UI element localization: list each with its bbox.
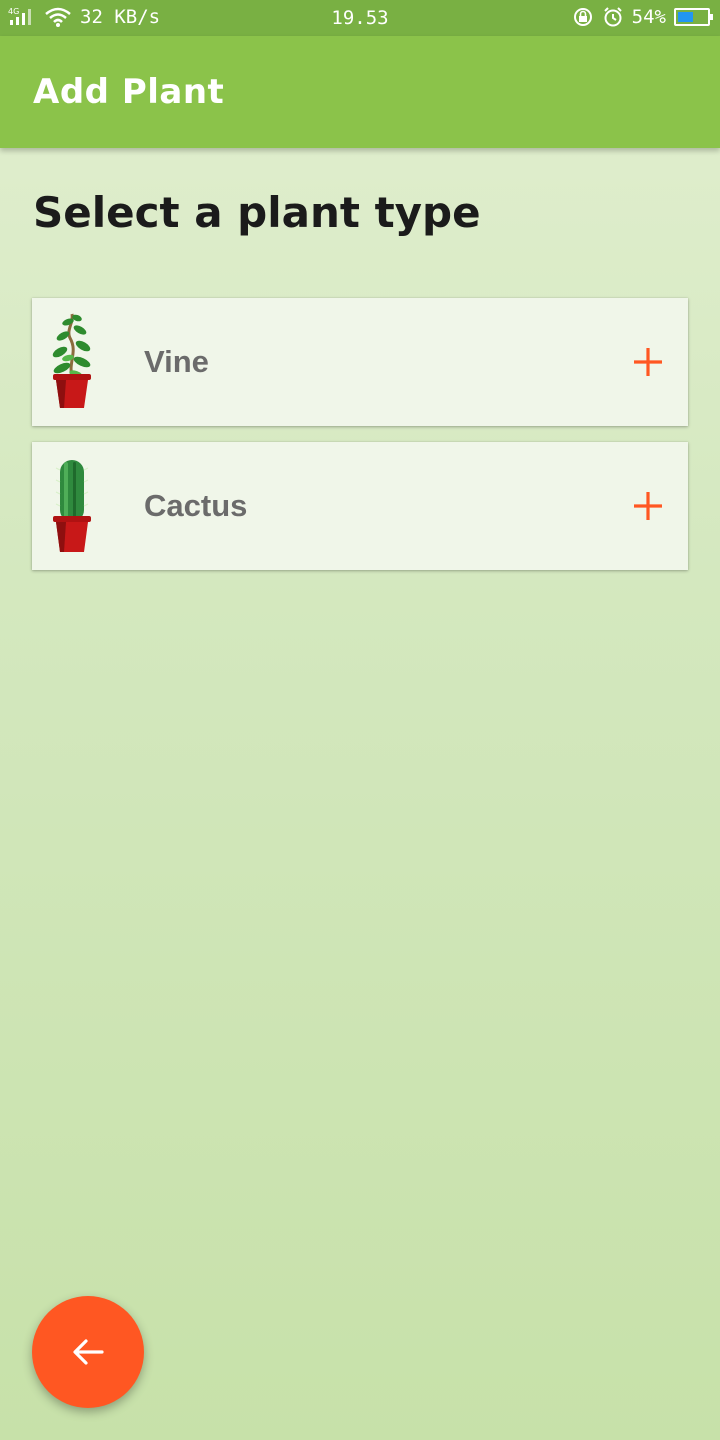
- rotation-lock-icon: [572, 6, 594, 28]
- plant-label: Cactus: [144, 488, 248, 523]
- add-cactus-button[interactable]: [632, 490, 664, 522]
- app-toolbar: Add Plant: [0, 36, 720, 148]
- plus-icon: [634, 348, 662, 376]
- page-title: Add Plant: [33, 72, 225, 112]
- arrow-back-icon: [73, 1339, 104, 1365]
- cactus-plant-icon: [46, 456, 98, 556]
- plant-label: Vine: [144, 344, 209, 379]
- alarm-icon: [602, 6, 624, 28]
- section-heading: Select a plant type: [33, 188, 481, 237]
- plus-icon: [634, 492, 662, 520]
- plant-item-cactus[interactable]: Cactus: [32, 442, 688, 570]
- plant-item-vine[interactable]: Vine: [32, 298, 688, 426]
- status-bar: 4G 32 KB/s 19.53 54%: [0, 0, 720, 36]
- add-vine-button[interactable]: [632, 346, 664, 378]
- vine-plant-icon: [46, 312, 98, 412]
- battery-icon: [674, 8, 713, 26]
- back-fab-button[interactable]: [32, 1296, 144, 1408]
- battery-percent: 54%: [631, 6, 666, 28]
